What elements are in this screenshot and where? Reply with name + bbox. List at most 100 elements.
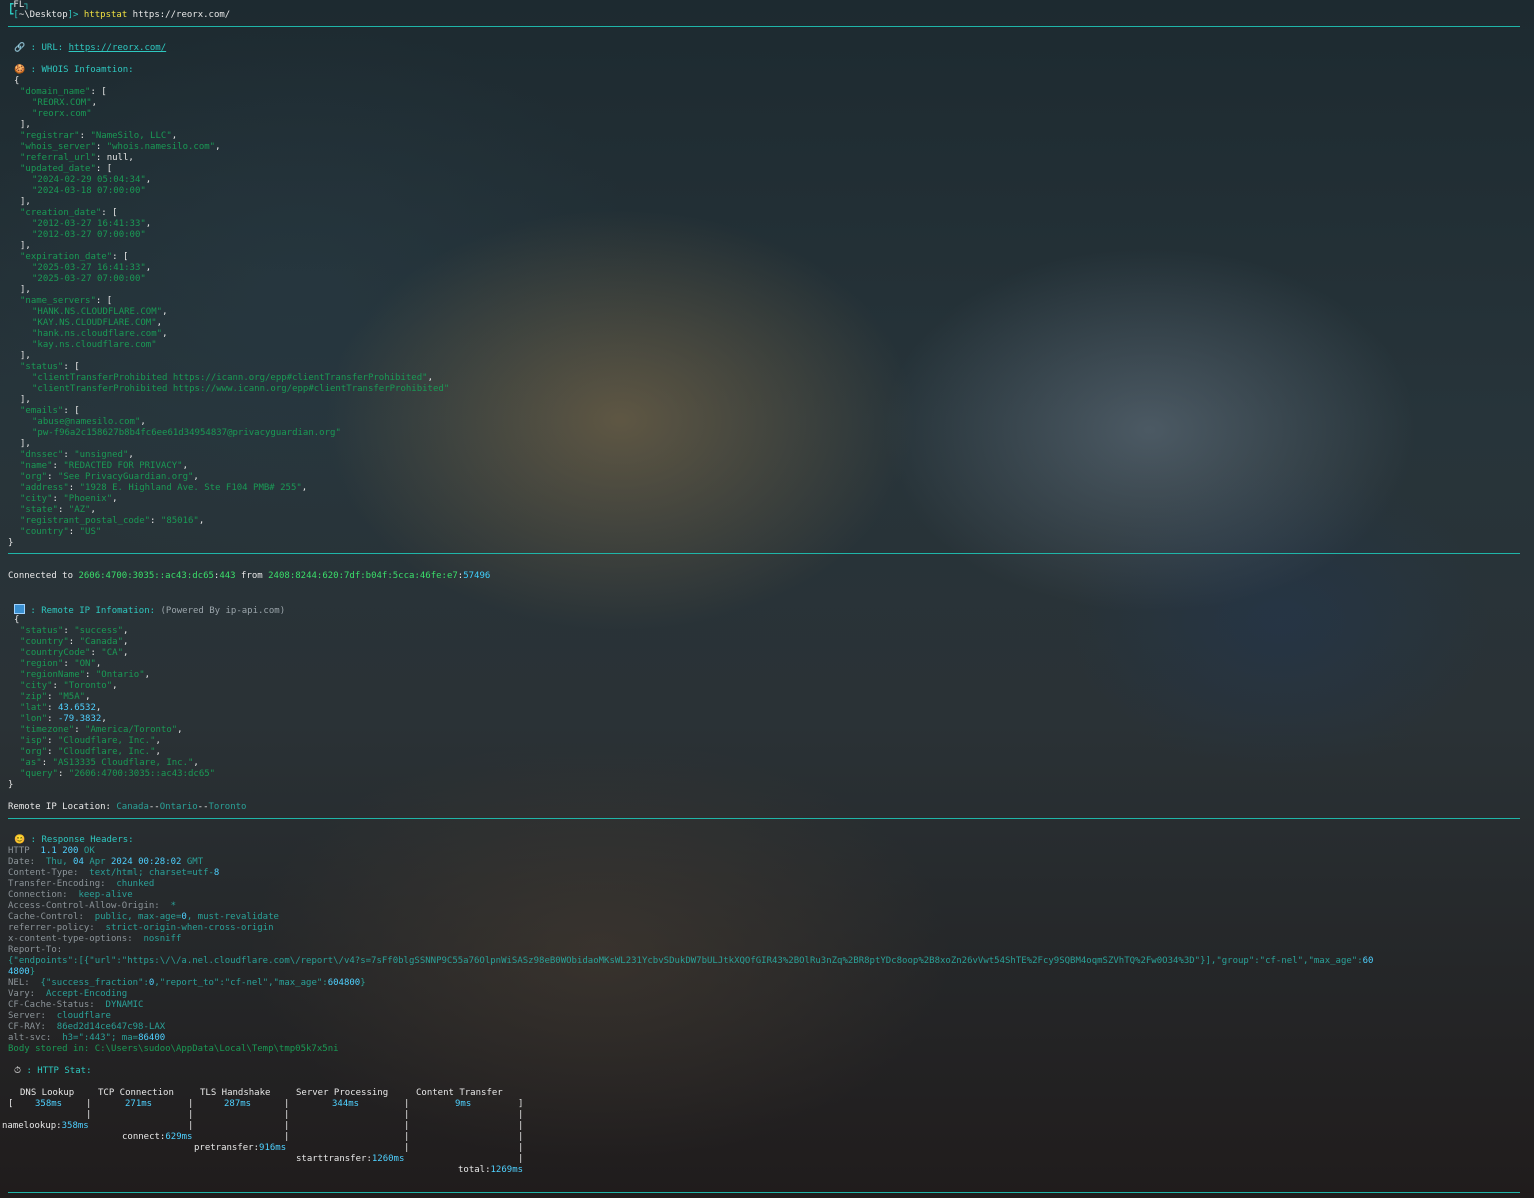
location-region: Ontario (159, 802, 198, 812)
whois-key-domain_name: "domain_name": [ (20, 87, 107, 97)
header-date: Date: Thu, 04 Apr 2024 00:28:02 GMT (8, 857, 204, 867)
header-connection: Connection: keep-alive (8, 890, 133, 900)
prompt-command: httpstat (83, 10, 128, 20)
connected-to-label: Connected to (8, 571, 74, 581)
whois-field-state: "state": "AZ", (20, 505, 96, 515)
header-content-type: Content-Type: text/html; charset=utf-8 (8, 868, 220, 878)
whois-value-country: US (85, 527, 96, 537)
stat-pretransfer-value: 916ms (259, 1143, 287, 1153)
stat-value-3: 344ms (332, 1099, 360, 1109)
ip-field-org: "org": "Cloudflare, Inc.", (20, 747, 161, 757)
ip-field-countryCode: "countryCode": "CA", (20, 648, 129, 658)
headers-title: Response Headers: (41, 835, 134, 845)
ip-field-isp: "isp": "Cloudflare, Inc.", (20, 736, 161, 746)
whois-value-creation_date: "2012-03-27 16:41:33", (32, 219, 152, 229)
ip-field-as: "as": "AS13335 Cloudflare, Inc.", (20, 758, 199, 768)
whois-value-whois_server: whois.namesilo.com (112, 142, 210, 152)
json-close-bracket: ], (20, 439, 31, 449)
whois-value-expiration_date: "2025-03-27 16:41:33", (32, 263, 152, 273)
header-referrer-policy: referrer-policy: strict-origin-when-cros… (8, 923, 274, 933)
whois-value-registrar: NameSilo, LLC (95, 131, 167, 141)
ip-value-lat: 43.6532 (57, 703, 96, 713)
whois-field-address: "address": "1928 E. Highland Ave. Ste F1… (20, 483, 308, 493)
remote-ip-title-row: : Remote IP Infomation: (Powered By ip-a… (14, 604, 285, 616)
header-report-to-value-2: 4800} (8, 967, 36, 977)
ip-value-lon: -79.3832 (57, 714, 102, 724)
whois-value-state: AZ (74, 505, 86, 515)
ip-value-org: Cloudflare, Inc. (63, 747, 151, 757)
whois-value-dnssec: unsigned (79, 450, 123, 460)
smiley-icon: 😊 (14, 835, 26, 845)
stat-pretransfer-label: pretransfer: (194, 1143, 260, 1153)
stat-phase-1: TCP Connection (98, 1088, 174, 1098)
remote-address: 2606:4700:3035::ac43:dc65 (78, 571, 214, 581)
cookie-icon: 🍪 (14, 65, 26, 75)
ip-value-timezone: America/Toronto (90, 725, 172, 735)
location-country: Canada (116, 802, 149, 812)
whois-field-city: "city": "Phoenix", (20, 494, 118, 504)
whois-title: WHOIS Infoamtion: (41, 65, 134, 75)
whois-field-org: "org": "See PrivacyGuardian.org", (20, 472, 199, 482)
json-close-brace: } (8, 780, 14, 790)
whois-field-registrar: "registrar": "NameSilo, LLC", (20, 131, 178, 141)
whois-value-name_servers: "KAY.NS.CLOUDFLARE.COM", (32, 318, 163, 328)
stat-title-row: ⏱ : HTTP Stat: (14, 1066, 92, 1076)
prompt-path: ~\Desktop (18, 10, 68, 20)
stat-total-value: 1269ms (490, 1165, 524, 1175)
ip-field-zip: "zip": "M5A", (20, 692, 91, 702)
header-nel: NEL: {"success_fraction":0,"report_to":"… (8, 978, 366, 988)
whois-value-emails: "pw-f96a2c158627b8b4fc6ee61d34954837@pri… (32, 428, 341, 438)
ip-value-city: Toronto (68, 681, 107, 691)
stat-starttransfer-label: starttransfer: (296, 1154, 372, 1164)
json-close-bracket: ], (20, 395, 31, 405)
divider (8, 1192, 1520, 1193)
whois-value-city: Phoenix (68, 494, 107, 504)
stat-phase-0: DNS Lookup (20, 1088, 75, 1098)
whois-key-expiration_date: "expiration_date": [ (20, 252, 129, 262)
header-cache-control: Cache-Control: public, max-age=0, must-r… (8, 912, 279, 922)
location-city: Toronto (208, 802, 247, 812)
stat-value-4: 9ms (455, 1099, 472, 1109)
whois-value-name_servers: "hank.ns.cloudflare.com", (32, 329, 168, 339)
url-label: URL: (41, 43, 64, 53)
stat-connect: connect:629ms (122, 1132, 192, 1143)
whois-field-referral_url: "referral_url": null, (20, 153, 134, 163)
divider (8, 553, 1520, 554)
ip-value-region: ON (79, 659, 91, 669)
header-xcto: x-content-type-options: nosniff (8, 934, 182, 944)
whois-value-creation_date: "2012-03-27 07:00:00" (32, 230, 146, 240)
whois-value-address: 1928 E. Highland Ave. Ste F104 PMB# 255 (85, 483, 297, 493)
json-open-brace: { (14, 615, 20, 625)
json-close-bracket: ], (20, 351, 31, 361)
json-open-brace: { (14, 76, 20, 86)
whois-field-name: "name": "REDACTED FOR PRIVACY", (20, 461, 188, 471)
whois-field-whois_server: "whois_server": "whois.namesilo.com", (20, 142, 221, 152)
whois-key-creation_date: "creation_date": [ (20, 208, 118, 218)
whois-value-name_servers: "HANK.NS.CLOUDFLARE.COM", (32, 307, 168, 317)
body-stored-path: Body stored in: C:\Users\sudoo\AppData\L… (8, 1044, 339, 1054)
ip-field-regionName: "regionName": "Ontario", (20, 670, 151, 680)
stopwatch-icon: ⏱ (14, 1066, 22, 1076)
remote-ip-title: Remote IP Infomation: (41, 606, 156, 616)
ip-value-as: AS13335 Cloudflare, Inc. (57, 758, 188, 768)
header-report-to: Report-To: (8, 945, 63, 955)
header-cf-cache-status: CF-Cache-Status: DYNAMIC (8, 1000, 144, 1010)
connection-line: Connected to 2606:4700:3035::ac43:dc65:4… (8, 571, 491, 581)
whois-title-row: 🍪 : WHOIS Infoamtion: (14, 65, 134, 75)
stat-starttransfer: starttransfer:1260ms (296, 1154, 404, 1165)
local-port: 57496 (463, 571, 491, 581)
ip-field-status: "status": "success", (20, 626, 129, 636)
stat-title: HTTP Stat: (37, 1066, 92, 1076)
header-cf-ray: CF-RAY: 86ed2d14ce647c98-LAX (8, 1022, 166, 1032)
divider (8, 818, 1520, 819)
header-acao: Access-Control-Allow-Origin: * (8, 901, 176, 911)
header-status-line: HTTP 1.1 200 OK (8, 846, 95, 856)
stat-namelookup-value: 358ms (61, 1121, 89, 1131)
map-icon (14, 604, 25, 614)
ip-field-city: "city": "Toronto", (20, 681, 118, 691)
stat-phase-3: Server Processing (296, 1088, 389, 1098)
stat-phase-4: Content Transfer (416, 1088, 503, 1098)
url-link[interactable]: https://reorx.com/ (69, 43, 167, 53)
stat-total: total:1269ms (458, 1165, 523, 1176)
stat-total-label: total: (458, 1165, 491, 1175)
